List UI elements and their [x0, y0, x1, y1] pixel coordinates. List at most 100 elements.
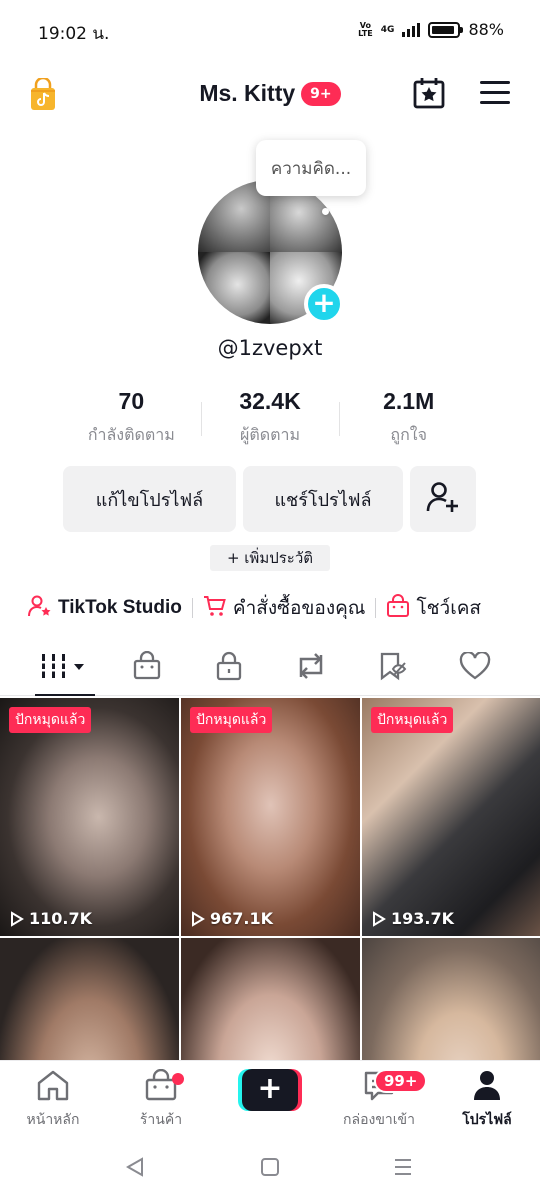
status-indicators: Vo LTE 4G 88%	[358, 20, 504, 39]
person-star-icon	[28, 594, 52, 623]
stat-followers[interactable]: 32.4K ผู้ติดตาม	[200, 388, 340, 448]
notification-badge[interactable]: 9+	[301, 81, 341, 106]
profile-header: Ms. Kitty 9+	[0, 70, 540, 120]
showcase-link[interactable]: โชว์เคส	[386, 593, 481, 623]
view-count-text: 967.1K	[210, 909, 274, 928]
stat-value: 2.1M	[383, 388, 435, 414]
battery-fill	[432, 25, 454, 34]
hamburger-menu-icon[interactable]	[480, 80, 510, 110]
add-bio-button[interactable]: + เพิ่มประวัติ	[210, 545, 330, 571]
avatar-container[interactable]: +	[198, 180, 344, 324]
play-icon	[192, 910, 205, 927]
stat-following[interactable]: 70 กำลังติดตาม	[62, 388, 201, 448]
stat-value: 32.4K	[239, 388, 301, 414]
tab-private[interactable]	[199, 648, 259, 688]
tab-shop[interactable]	[117, 648, 177, 688]
stat-value: 70	[118, 388, 145, 414]
edit-profile-button[interactable]: แก้ไขโปรไฟล์	[63, 466, 236, 532]
view-count: 193.7K	[372, 909, 454, 928]
video-thumbnail[interactable]: ปักหมุดแล้ว 110.7K	[0, 698, 179, 936]
shortcut-label: คำสั่งซื้อของคุณ	[232, 597, 366, 619]
play-icon	[11, 910, 24, 927]
shop-bag-icon	[132, 650, 162, 685]
title-area[interactable]: Ms. Kitty 9+	[0, 80, 540, 107]
avatar-photo-part	[198, 252, 270, 324]
stat-likes[interactable]: 2.1M ถูกใจ	[339, 388, 478, 448]
nav-label: ร้านค้า	[139, 1112, 183, 1128]
shop-icon	[144, 1068, 178, 1105]
shortcut-label: โชว์เคส	[416, 597, 482, 619]
battery-percent: 88%	[468, 20, 504, 39]
stat-label: กำลังติดตาม	[87, 425, 175, 444]
signal-icon	[402, 22, 421, 37]
recent-apps-icon[interactable]	[392, 1156, 414, 1182]
back-icon[interactable]	[124, 1156, 146, 1182]
shopping-bag-icon	[386, 593, 410, 623]
pinned-badge: ปักหมุดแล้ว	[371, 707, 454, 733]
home-square-icon[interactable]	[259, 1156, 281, 1182]
home-icon	[35, 1070, 71, 1105]
active-tab-indicator	[35, 694, 95, 696]
volte-icon: Vo LTE	[358, 20, 373, 38]
liked-heart-icon	[459, 651, 491, 684]
add-friend-button[interactable]	[410, 466, 476, 532]
tab-videos[interactable]	[35, 648, 95, 688]
nav-label: หน้าหลัก	[26, 1112, 80, 1128]
network-type: 4G	[380, 24, 395, 35]
nav-profile[interactable]: โปรไฟล์	[442, 1069, 532, 1131]
pinned-badge: ปักหมุดแล้ว	[190, 707, 273, 733]
video-thumbnail[interactable]	[362, 938, 540, 1060]
stat-label: ผู้ติดตาม	[239, 425, 301, 444]
battery-icon	[428, 21, 464, 38]
shortcut-label: TikTok Studio	[58, 597, 182, 618]
inbox-count-badge: 99+	[374, 1069, 428, 1093]
videos-grid-icon	[40, 652, 90, 684]
shopping-cart-icon	[203, 594, 227, 623]
view-count: 110.7K	[10, 909, 92, 928]
divider	[191, 598, 193, 618]
profile-tabs	[0, 640, 540, 696]
view-count-text: 193.7K	[391, 909, 455, 928]
thought-bubble-tail	[322, 208, 329, 215]
profile-stats: 70 กำลังติดตาม 32.4K ผู้ติดตาม 2.1M ถูกใ…	[62, 388, 478, 448]
video-grid: ปักหมุดแล้ว 110.7K ปักหมุดแล้ว 967.1K ปั…	[0, 698, 540, 1060]
create-button[interactable]: +	[238, 1069, 302, 1111]
video-thumbnail[interactable]: ปักหมุดแล้ว 967.1K	[181, 698, 360, 936]
view-count: 967.1K	[191, 909, 273, 928]
repost-icon	[295, 651, 327, 685]
status-time: 19:02 น.	[38, 24, 110, 44]
username: @1zvepxt	[217, 336, 323, 360]
pinned-badge: ปักหมุดแล้ว	[9, 707, 92, 733]
divider	[375, 598, 377, 618]
stat-label: ถูกใจ	[390, 425, 427, 444]
nav-label: กล่องขาเข้า	[343, 1112, 415, 1128]
calendar-star-icon[interactable]	[412, 76, 446, 114]
add-user-icon	[426, 480, 460, 519]
plus-icon: +	[242, 1069, 298, 1111]
nav-inbox[interactable]: 99+ กล่องขาเข้า	[334, 1069, 428, 1131]
tab-liked[interactable]	[445, 648, 505, 688]
orders-link[interactable]: คำสั่งซื้อของคุณ	[203, 593, 366, 623]
status-bar: 19:02 น. Vo LTE 4G 88%	[0, 0, 540, 62]
page-title[interactable]: Ms. Kitty	[199, 80, 295, 107]
add-avatar-button[interactable]: +	[304, 284, 344, 324]
nav-home[interactable]: หน้าหลัก	[8, 1069, 98, 1131]
lock-icon	[215, 651, 243, 685]
video-thumbnail[interactable]: ปักหมุดแล้ว 193.7K	[362, 698, 540, 936]
profile-person-icon	[471, 1071, 503, 1105]
tiktok-studio-link[interactable]: TikTok Studio	[28, 594, 182, 623]
notification-dot	[172, 1073, 184, 1085]
thought-bubble[interactable]: ความคิด...	[256, 140, 366, 196]
nav-label: โปรไฟล์	[462, 1112, 512, 1128]
share-profile-button[interactable]: แชร์โปรไฟล์	[243, 466, 403, 532]
tab-reposts[interactable]	[281, 648, 341, 688]
video-thumbnail[interactable]	[181, 938, 360, 1060]
tab-favorites[interactable]	[363, 648, 423, 688]
nav-shop[interactable]: ร้านค้า	[116, 1068, 206, 1131]
video-thumbnail[interactable]	[0, 938, 179, 1060]
system-navigation-bar	[0, 1140, 540, 1200]
play-icon	[373, 910, 386, 927]
profile-actions: แก้ไขโปรไฟล์ แชร์โปรไฟล์	[63, 466, 476, 532]
favorites-bookmark-icon	[378, 651, 408, 685]
bottom-navigation: หน้าหลัก ร้านค้า + 99+ กล่องขาเข้า โปรไฟ…	[0, 1060, 540, 1136]
